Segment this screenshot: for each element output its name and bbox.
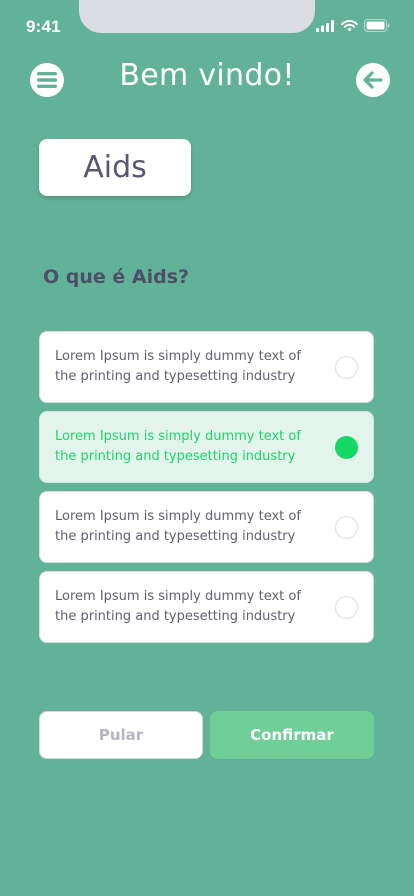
page-title: Bem vindo! — [119, 58, 295, 93]
wifi-icon — [341, 19, 358, 31]
confirm-button[interactable]: Confirmar — [210, 711, 374, 759]
radio-button[interactable] — [335, 356, 358, 379]
status-bar: 9:41 — [0, 0, 414, 44]
answer-option-text: Lorem Ipsum is simply dummy text of the … — [55, 349, 301, 384]
cellular-signal-icon — [316, 19, 334, 32]
answer-option-text: Lorem Ipsum is simply dummy text of the … — [55, 509, 301, 544]
topic-badge: Aids — [39, 139, 191, 196]
device-notch — [79, 0, 315, 33]
answer-option-selected[interactable]: Lorem Ipsum is simply dummy text of the … — [39, 411, 374, 483]
status-icons — [316, 19, 390, 32]
radio-button[interactable] — [335, 516, 358, 539]
radio-button-checked[interactable] — [335, 436, 358, 459]
answer-options: Lorem Ipsum is simply dummy text of the … — [39, 331, 374, 651]
back-button[interactable] — [356, 63, 390, 97]
quiz-question: O que é Aids? — [43, 266, 190, 288]
answer-option[interactable]: Lorem Ipsum is simply dummy text of the … — [39, 331, 374, 403]
battery-icon — [364, 19, 390, 32]
answer-option-text: Lorem Ipsum is simply dummy text of the … — [55, 589, 301, 624]
status-time: 9:41 — [26, 17, 61, 36]
arrow-left-icon — [363, 71, 383, 89]
answer-option[interactable]: Lorem Ipsum is simply dummy text of the … — [39, 571, 374, 643]
answer-option-text: Lorem Ipsum is simply dummy text of the … — [55, 429, 301, 464]
skip-button[interactable]: Pular — [39, 711, 203, 759]
answer-option[interactable]: Lorem Ipsum is simply dummy text of the … — [39, 491, 374, 563]
radio-button[interactable] — [335, 596, 358, 619]
